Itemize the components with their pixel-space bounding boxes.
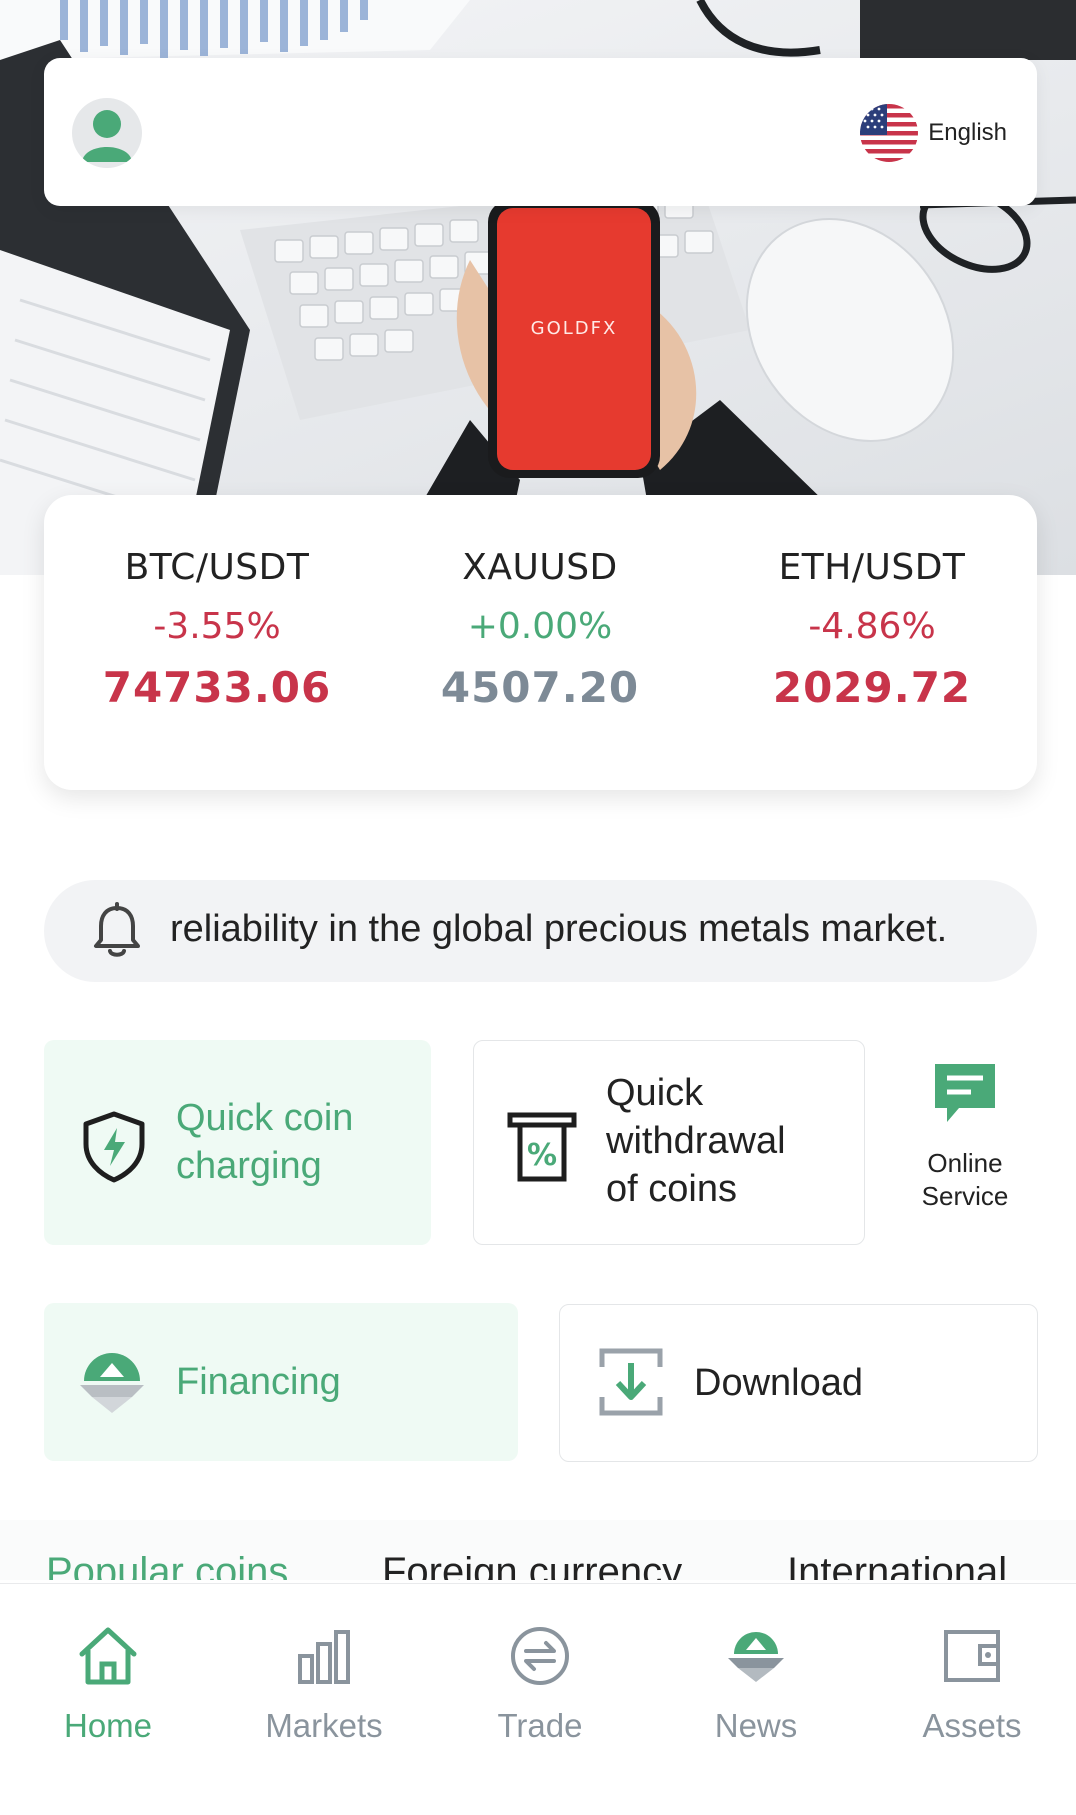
financing-icon [80,1353,144,1413]
nav-label: News [714,1707,798,1744]
home-icon [79,1627,137,1685]
ticker-symbol: BTC/USDT [124,547,310,588]
news-icon [728,1632,784,1682]
chat-message-icon [935,1064,995,1122]
exchange-icon [511,1627,569,1685]
nav-label: Trade [497,1707,583,1744]
ticker-price: 74733.06 [102,663,332,712]
nav-markets[interactable]: Markets [224,1624,424,1745]
financing-button[interactable]: Financing [44,1303,518,1461]
language-selector[interactable]: English [860,104,1007,162]
language-label: English [928,119,1007,146]
nav-label: Home [63,1707,153,1744]
atm-withdraw-icon: % [507,1112,577,1182]
phone-brand-text: GOLDFX [530,318,618,339]
nav-assets[interactable]: Assets [872,1624,1072,1745]
download-button[interactable]: Download [559,1304,1038,1462]
nav-news[interactable]: News [656,1624,856,1745]
ticker-price: 4507.20 [440,663,640,712]
quick-coin-charging-button[interactable]: Quick coin charging [44,1040,431,1245]
ticker-item-xau[interactable]: XAUUSD +0.00% 4507.20 [390,547,690,712]
ticker-change: +0.00% [467,606,613,647]
shield-bolt-icon [83,1111,145,1183]
download-icon [599,1348,663,1416]
bar-chart-icon [298,1630,350,1684]
quick-withdrawal-button[interactable]: % Quick withdrawal of coins [473,1040,865,1245]
nav-home[interactable]: Home [8,1624,208,1745]
notice-text: reliability in the global precious metal… [170,908,948,950]
svg-text:%: % [527,1138,557,1173]
nav-label: Assets [922,1707,1022,1744]
quick-coin-charging-label: Quick coin charging [176,1097,354,1187]
telephone-illustration [860,0,1076,60]
download-label: Download [694,1362,863,1404]
tab-international[interactable]: International [787,1550,1007,1580]
market-ticker-card: BTC/USDT -3.55% 74733.06 XAUUSD +0.00% 4… [44,495,1037,790]
online-service-button[interactable]: Online Service [900,1060,1030,1213]
ticker-symbol: XAUUSD [462,547,618,588]
quick-withdrawal-label: Quick withdrawal of coins [606,1072,786,1210]
nav-trade[interactable]: Trade [440,1624,640,1745]
bell-icon [94,902,140,957]
top-bar: English [44,58,1037,206]
ticker-price: 2029.72 [772,663,972,712]
ticker-symbol: ETH/USDT [778,547,966,588]
bottom-navigation: Home Markets Trade News Assets [0,1583,1076,1815]
notice-bar[interactable]: reliability in the global precious metal… [44,880,1037,982]
ticker-change: -4.86% [808,606,936,647]
chart-paper-illustration [0,0,470,60]
wallet-icon [944,1630,1000,1682]
nav-label: Markets [265,1707,383,1744]
tab-foreign-currency[interactable]: Foreign currency [382,1550,682,1580]
ticker-item-btc[interactable]: BTC/USDT -3.55% 74733.06 [67,547,367,712]
ticker-item-eth[interactable]: ETH/USDT -4.86% 2029.72 [722,547,1022,712]
smartphone-illustration [488,200,660,478]
tab-popular-coins[interactable]: Popular coins [46,1550,288,1580]
us-flag-icon [860,104,919,162]
financing-label: Financing [176,1361,341,1403]
online-service-label: Online Service [921,1148,1009,1211]
user-avatar-icon[interactable] [72,98,142,168]
market-category-tabs: Popular coins Foreign currency Internati… [0,1520,1076,1580]
ticker-change: -3.55% [153,606,281,647]
